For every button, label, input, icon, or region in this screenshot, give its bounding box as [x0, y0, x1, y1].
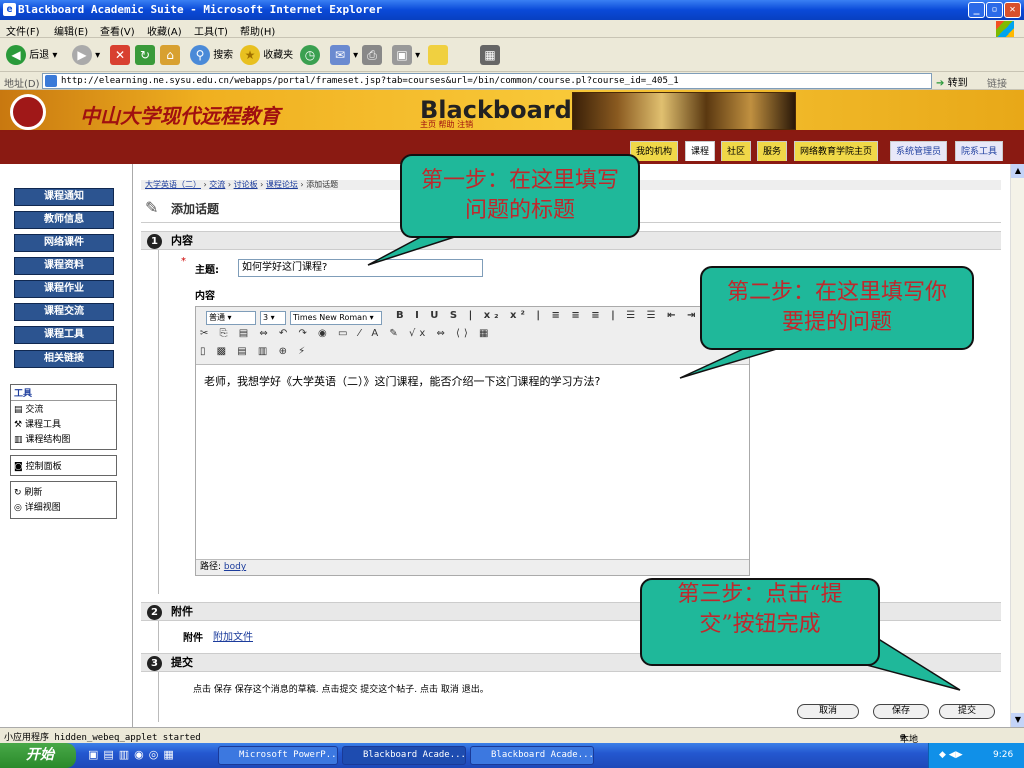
ie-window: e Blackboard Academic Suite - Microsoft …: [0, 0, 1024, 768]
callout-step3: 第三步：点击“提交”按钮完成: [640, 578, 880, 666]
callout-step2: 第二步：在这里填写你要提的问题: [700, 266, 974, 350]
callout-step1: 第一步：在这里填写问题的标题: [400, 154, 640, 238]
